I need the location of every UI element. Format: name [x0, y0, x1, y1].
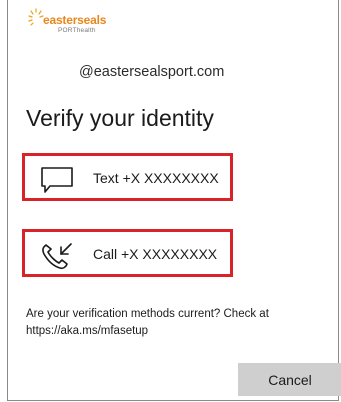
- logo-brand-text: easterseals: [43, 13, 107, 27]
- logo-sub-text: PORThealth: [58, 27, 96, 34]
- cancel-button[interactable]: Cancel: [238, 363, 341, 396]
- text-option-button[interactable]: Text +X XXXXXXXX: [22, 153, 233, 201]
- call-option-button[interactable]: Call +X XXXXXXXX: [22, 229, 233, 277]
- verification-note: Are your verification methods current? C…: [26, 308, 269, 337]
- phone-call-icon: [42, 243, 72, 270]
- call-option-label: Call +X XXXXXXXX: [93, 246, 218, 262]
- account-email: @eastersealsport.com: [79, 64, 225, 80]
- text-option-label: Text +X XXXXXXXX: [93, 170, 219, 186]
- page-title: Verify your identity: [26, 105, 214, 131]
- dialog-frame: easterseals PORThealth @eastersealsport.…: [7, 0, 341, 401]
- easterseals-logo: easterseals PORThealth: [28, 7, 138, 35]
- sun-icon: [28, 8, 44, 26]
- chat-bubble-icon: [41, 167, 73, 193]
